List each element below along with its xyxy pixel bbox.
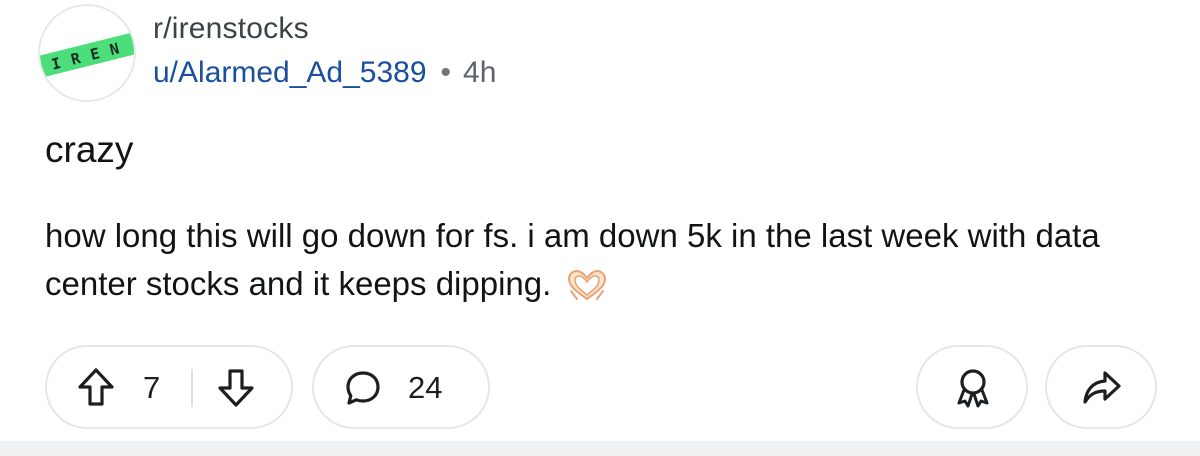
post-timestamp: 4h xyxy=(463,56,497,89)
heart-hands-emoji-icon xyxy=(565,268,609,316)
vote-bar: 7 xyxy=(45,345,293,429)
reddit-post: I R E N r/irenstocks u/Alarmed_Ad_5389 • 4… xyxy=(0,0,1200,456)
author-username[interactable]: u/Alarmed_Ad_5389 xyxy=(153,56,427,89)
post-body-container: how long this will go down for fs. i am … xyxy=(45,212,1165,316)
comment-count: 24 xyxy=(408,370,443,405)
subreddit-name[interactable]: r/irenstocks xyxy=(153,10,309,48)
share-arrow-icon xyxy=(1082,369,1122,412)
comment-bubble-icon xyxy=(344,369,382,412)
award-button[interactable] xyxy=(916,345,1028,429)
upvote-arrow-icon[interactable] xyxy=(77,367,115,412)
post-meta: u/Alarmed_Ad_5389 • 4h xyxy=(153,54,496,92)
iren-logo-icon: I R E N xyxy=(40,31,134,79)
post-divider xyxy=(0,441,1200,456)
award-icon xyxy=(953,367,993,414)
share-button[interactable] xyxy=(1045,345,1157,429)
vote-count: 7 xyxy=(143,370,161,405)
meta-separator: • xyxy=(440,56,452,89)
post-title[interactable]: crazy xyxy=(45,128,133,172)
comments-button[interactable]: 24 xyxy=(312,345,490,429)
vote-divider xyxy=(191,369,193,407)
subreddit-avatar[interactable]: I R E N xyxy=(38,4,136,102)
downvote-arrow-icon[interactable] xyxy=(217,368,255,413)
